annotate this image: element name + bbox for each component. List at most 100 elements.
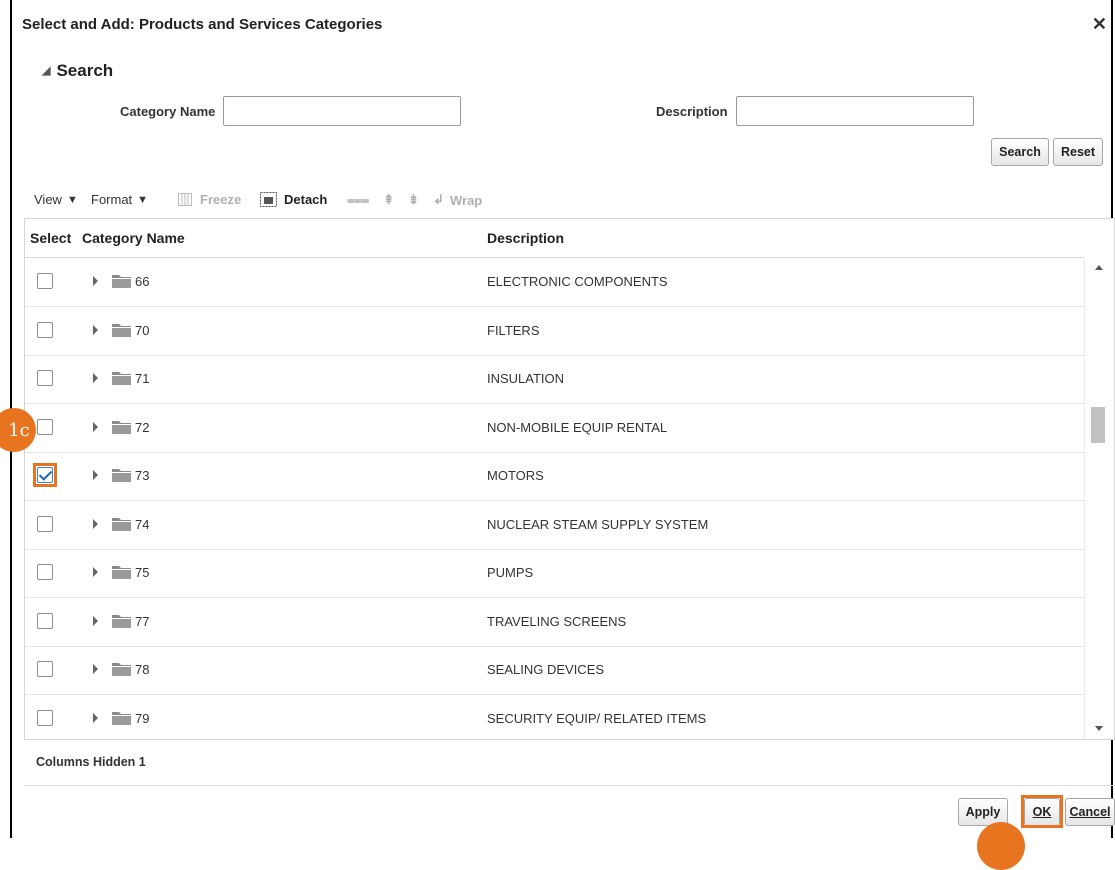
- close-icon[interactable]: ✕: [1092, 14, 1107, 35]
- detach-icon: [260, 192, 277, 207]
- expand-disclosure-icon[interactable]: [93, 567, 98, 577]
- view-label: View: [34, 192, 62, 207]
- folder-icon: [112, 469, 131, 482]
- collapse-triangle-icon: ◢: [42, 65, 51, 77]
- table-row[interactable]: 73 MOTORS: [25, 452, 1087, 501]
- footer-divider: [24, 785, 1115, 786]
- folder-icon: [112, 663, 131, 676]
- category-description: NUCLEAR STEAM SUPPLY SYSTEM: [487, 516, 709, 532]
- folder-icon: [112, 614, 131, 628]
- table-row[interactable]: 78 SEALING DEVICES: [25, 646, 1087, 695]
- align-middle-icon[interactable]: ⇞: [383, 192, 394, 208]
- checkbox-highlight-box: [33, 463, 57, 487]
- align-bottom-icon[interactable]: ⇟: [408, 192, 419, 208]
- header-category-name[interactable]: Category Name: [82, 230, 185, 246]
- table-header: Select Category Name Description: [25, 219, 1114, 258]
- row-select-checkbox[interactable]: [37, 612, 53, 629]
- scroll-up-icon[interactable]: [1095, 265, 1103, 270]
- vertical-scrollbar[interactable]: [1084, 257, 1114, 739]
- row-select-checkbox[interactable]: [37, 515, 53, 532]
- step-badge-ok: [977, 822, 1025, 870]
- expand-disclosure-icon[interactable]: [93, 712, 98, 723]
- folder-icon: [112, 323, 131, 337]
- expand-disclosure-icon[interactable]: [93, 615, 98, 626]
- expand-disclosure-icon[interactable]: [93, 276, 98, 286]
- dialog: Select and Add: Products and Services Ca…: [10, 0, 1115, 838]
- expand-disclosure-icon[interactable]: [93, 518, 98, 529]
- category-code: 75: [135, 565, 150, 580]
- row-select-checkbox[interactable]: [37, 661, 53, 677]
- cancel-label: Cancel: [1069, 805, 1111, 819]
- category-description: NON-MOBILE EQUIP RENTAL: [487, 419, 668, 435]
- category-code: 70: [135, 322, 150, 338]
- expand-disclosure-icon[interactable]: [93, 421, 98, 432]
- table-row[interactable]: 72 NON-MOBILE EQUIP RENTAL: [25, 404, 1087, 453]
- search-button[interactable]: Search: [991, 138, 1049, 166]
- wrap-label[interactable]: Wrap: [450, 193, 482, 208]
- folder-icon: [112, 420, 131, 434]
- category-code: 66: [135, 274, 150, 289]
- columns-hidden-status: Columns Hidden 1: [36, 755, 146, 769]
- folder-icon: [112, 566, 131, 579]
- cancel-button[interactable]: Cancel: [1065, 798, 1115, 826]
- folder-icon: [112, 517, 131, 531]
- view-caret-icon: ▼: [66, 193, 78, 206]
- row-select-checkbox[interactable]: [37, 418, 53, 435]
- scroll-thumb[interactable]: [1091, 407, 1105, 443]
- search-section-toggle[interactable]: ◢ Search: [42, 61, 113, 81]
- align-top-icon[interactable]: ⩶: [347, 192, 369, 208]
- folder-icon: [112, 372, 131, 385]
- table-row[interactable]: 74 NUCLEAR STEAM SUPPLY SYSTEM: [25, 501, 1087, 550]
- format-menu[interactable]: Format ▼: [91, 192, 148, 207]
- freeze-button[interactable]: Freeze: [178, 192, 241, 207]
- freeze-icon: [178, 193, 192, 206]
- table-row[interactable]: 70 FILTERS: [25, 307, 1087, 356]
- expand-disclosure-icon[interactable]: [93, 664, 98, 674]
- table-row[interactable]: 77 TRAVELING SCREENS: [25, 598, 1087, 647]
- row-select-checkbox[interactable]: [37, 709, 53, 726]
- category-description: INSULATION: [487, 371, 565, 386]
- expand-disclosure-icon[interactable]: [93, 373, 98, 383]
- wrap-icon[interactable]: ↲: [433, 192, 444, 208]
- header-select[interactable]: Select: [30, 230, 71, 246]
- row-select-checkbox[interactable]: [37, 564, 53, 580]
- format-caret-icon: ▼: [137, 193, 149, 206]
- table-row[interactable]: 75 PUMPS: [25, 549, 1087, 598]
- format-label: Format: [91, 192, 133, 207]
- freeze-label: Freeze: [200, 192, 242, 207]
- category-description: TRAVELING SCREENS: [487, 613, 627, 629]
- reset-button[interactable]: Reset: [1053, 138, 1103, 166]
- header-description[interactable]: Description: [487, 230, 564, 246]
- category-name-input[interactable]: [223, 96, 461, 126]
- category-code: 78: [135, 662, 150, 677]
- category-name-label: Category Name: [120, 104, 216, 119]
- category-code: 73: [135, 468, 150, 483]
- category-description: PUMPS: [487, 565, 534, 580]
- category-code: 74: [135, 516, 150, 532]
- row-select-checkbox[interactable]: [37, 321, 53, 338]
- table-row[interactable]: 79 SECURITY EQUIP/ RELATED ITEMS: [25, 695, 1087, 740]
- category-description: SEALING DEVICES: [487, 662, 605, 677]
- expand-disclosure-icon[interactable]: [93, 324, 98, 335]
- category-code: 79: [135, 710, 150, 726]
- category-description: MOTORS: [487, 468, 544, 483]
- row-select-checkbox[interactable]: [37, 273, 53, 289]
- expand-disclosure-icon[interactable]: [93, 470, 98, 480]
- scroll-down-icon[interactable]: [1095, 726, 1103, 731]
- categories-table: Select Category Name Description 66 ELECT…: [24, 218, 1115, 740]
- dialog-title: Select and Add: Products and Services Ca…: [22, 16, 383, 33]
- table-row[interactable]: 66 ELECTRONIC COMPONENTS: [25, 258, 1087, 307]
- view-menu[interactable]: View ▼: [34, 192, 78, 207]
- category-code: 72: [135, 419, 150, 435]
- folder-icon: [112, 711, 131, 725]
- detach-label: Detach: [284, 192, 328, 207]
- category-code: 71: [135, 371, 150, 386]
- detach-button[interactable]: Detach: [260, 192, 327, 207]
- description-label: Description: [656, 104, 728, 119]
- description-input[interactable]: [736, 96, 974, 126]
- folder-icon: [112, 275, 131, 288]
- wrap-tools: ⩶ ⇞ ⇟ ↲ Wrap: [347, 192, 482, 208]
- row-select-checkbox[interactable]: [37, 370, 53, 386]
- table-row[interactable]: 71 INSULATION: [25, 355, 1087, 404]
- category-description: ELECTRONIC COMPONENTS: [487, 274, 668, 289]
